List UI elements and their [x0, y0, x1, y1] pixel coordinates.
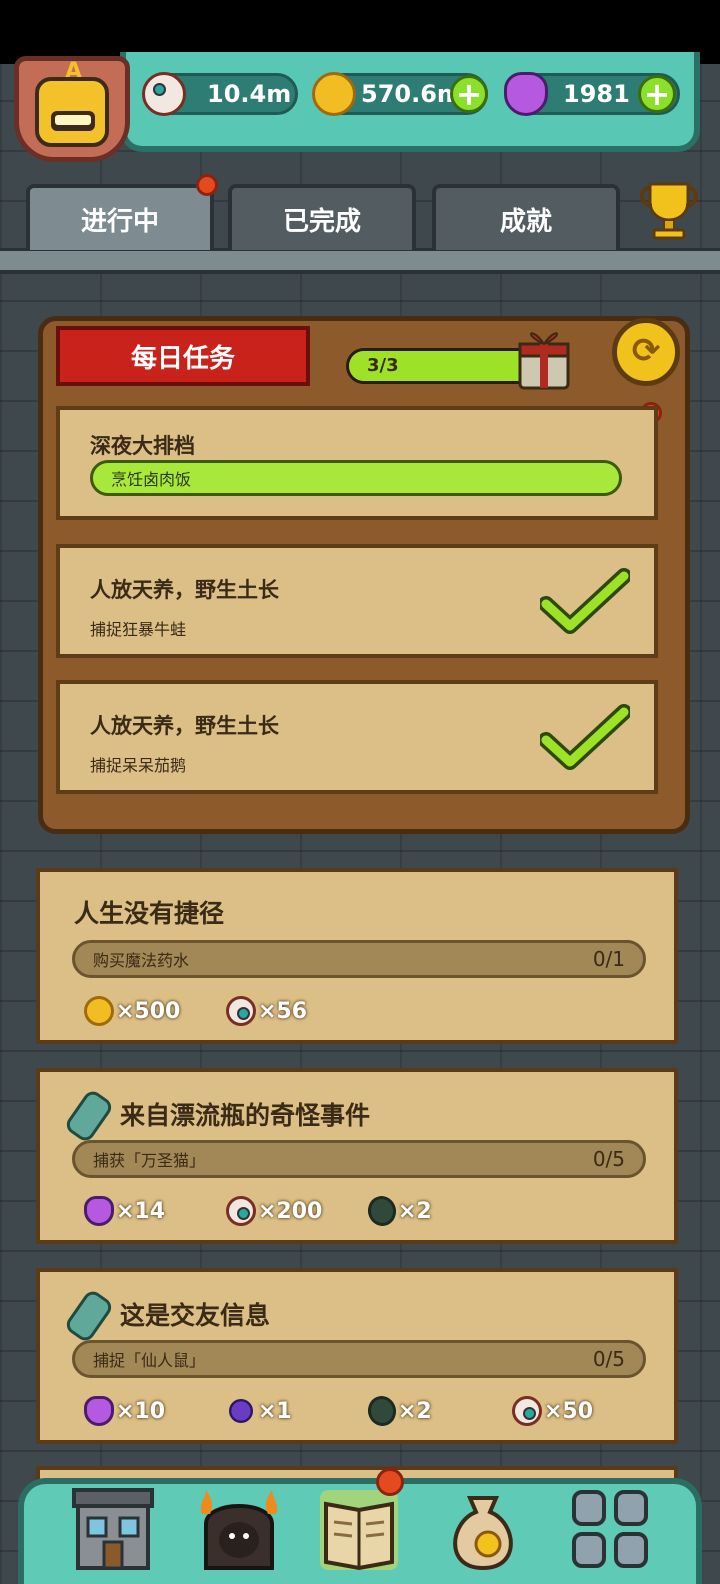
tab-in-progress[interactable]: 进行中	[26, 184, 214, 250]
plus-icon: +	[455, 75, 483, 113]
potion-icon	[84, 1196, 114, 1226]
quest-card[interactable]: 这是交友信息 捕捉「仙人鼠」 0/5 ×10 ×1 ×2 ×50	[36, 1268, 678, 1444]
tab-completed[interactable]: 已完成	[228, 184, 416, 250]
quest-progress: 0/1	[592, 947, 625, 971]
quest-task: 购买魔法药水	[93, 951, 190, 970]
reward-crystal: ×1	[224, 1394, 292, 1428]
monster-face-icon	[35, 77, 109, 147]
coins-amount: 570.6m	[361, 80, 462, 108]
quest-progress-bar: 捕捉「仙人鼠」 0/5	[72, 1340, 646, 1378]
task-subtitle: 烹饪卤肉饭	[111, 470, 192, 489]
daily-tasks-banner: 每日任务	[56, 326, 310, 386]
money-bag-icon[interactable]	[440, 1484, 526, 1574]
add-potions-button[interactable]: +	[638, 75, 676, 113]
add-coins-button[interactable]: +	[450, 75, 488, 113]
checkmark-icon	[540, 568, 630, 634]
quest-progress-bar: 购买魔法药水 0/1	[72, 940, 646, 978]
daily-tasks-title: 每日任务	[130, 343, 235, 374]
gift-box-icon[interactable]	[514, 322, 574, 392]
quest-card[interactable]: 人生没有捷径 购买魔法药水 0/1 ×500 ×56	[36, 868, 678, 1044]
card-icon	[365, 1193, 399, 1229]
eye-icon	[226, 1196, 256, 1226]
reward-amount: ×2	[398, 1398, 432, 1424]
task-subtitle: 捕捉呆呆茄鹅	[90, 756, 187, 775]
reward-amount: ×10	[116, 1398, 166, 1424]
reward-eye: ×56	[226, 996, 307, 1026]
message-bottle-icon	[62, 1287, 116, 1345]
quest-task: 捕捉「仙人鼠」	[93, 1351, 206, 1370]
reward-amount: ×1	[258, 1398, 292, 1424]
quest-progress: 0/5	[592, 1347, 625, 1371]
monster-furnace-icon[interactable]	[196, 1484, 282, 1574]
reward-eye: ×50	[512, 1396, 593, 1426]
daily-progress-bar: 3/3	[346, 348, 536, 384]
quest-book-icon[interactable]	[316, 1484, 402, 1574]
tab-achievements[interactable]: 成就	[432, 184, 620, 250]
notification-dot	[196, 174, 218, 196]
player-avatar[interactable]: A	[14, 56, 130, 162]
quest-title: 人生没有捷径	[74, 899, 225, 928]
checkmark-icon	[540, 704, 630, 770]
eye-icon	[142, 72, 186, 116]
quest-progress-bar: 捕获「万圣猫」 0/5	[72, 1140, 646, 1178]
eye-icon	[226, 996, 256, 1026]
card-icon	[365, 1393, 399, 1429]
reward-amount: ×56	[258, 998, 308, 1024]
reward-amount: ×500	[116, 998, 181, 1024]
shop-building-icon[interactable]	[70, 1484, 156, 1574]
reward-eye: ×200	[226, 1196, 322, 1226]
grid-menu-icon[interactable]	[568, 1484, 654, 1574]
reward-card: ×2	[365, 1393, 432, 1429]
task-title: 人放天养，野生土长	[90, 578, 279, 602]
task-progress-bar: 烹饪卤肉饭	[90, 460, 622, 496]
reward-potion: ×10	[84, 1396, 165, 1426]
reward-amount: ×2	[398, 1198, 432, 1224]
task-title: 人放天养，野生土长	[90, 714, 279, 738]
potion-icon	[84, 1396, 114, 1426]
potion-icon	[504, 72, 548, 116]
message-bottle-icon	[62, 1087, 116, 1145]
eye-icon	[512, 1396, 542, 1426]
reward-amount: ×14	[116, 1198, 166, 1224]
tab-label: 进行中	[80, 206, 159, 237]
quest-task: 捕获「万圣猫」	[93, 1151, 206, 1170]
trophy-icon[interactable]	[636, 178, 702, 242]
reward-amount: ×200	[258, 1198, 323, 1224]
task-title: 深夜大排档	[90, 434, 195, 458]
tab-strip	[0, 248, 720, 274]
plus-icon: +	[643, 75, 671, 113]
reward-potion: ×14	[84, 1196, 165, 1226]
coin-icon	[312, 72, 356, 116]
potions-amount: 1981	[563, 80, 630, 108]
tab-label: 已完成	[282, 206, 361, 237]
quest-title: 这是交友信息	[120, 1301, 271, 1330]
notification-dot	[376, 1468, 404, 1496]
refresh-button[interactable]: ⟳	[612, 318, 680, 386]
reward-amount: ×50	[544, 1398, 594, 1424]
quest-title: 来自漂流瓶的奇怪事件	[120, 1101, 371, 1130]
reward-coin: ×500	[84, 996, 180, 1026]
crystal-icon	[224, 1394, 258, 1428]
refresh-icon: ⟳	[631, 331, 661, 371]
task-subtitle: 捕捉狂暴牛蛙	[90, 620, 187, 639]
daily-progress-text: 3/3	[367, 355, 399, 376]
coin-icon	[84, 996, 114, 1026]
reward-card: ×2	[365, 1193, 432, 1229]
eyes-amount: 10.4m	[207, 80, 292, 108]
quest-progress: 0/5	[592, 1147, 625, 1171]
tab-label: 成就	[499, 206, 552, 237]
quest-card[interactable]: 来自漂流瓶的奇怪事件 捕获「万圣猫」 0/5 ×14 ×200 ×2	[36, 1068, 678, 1244]
